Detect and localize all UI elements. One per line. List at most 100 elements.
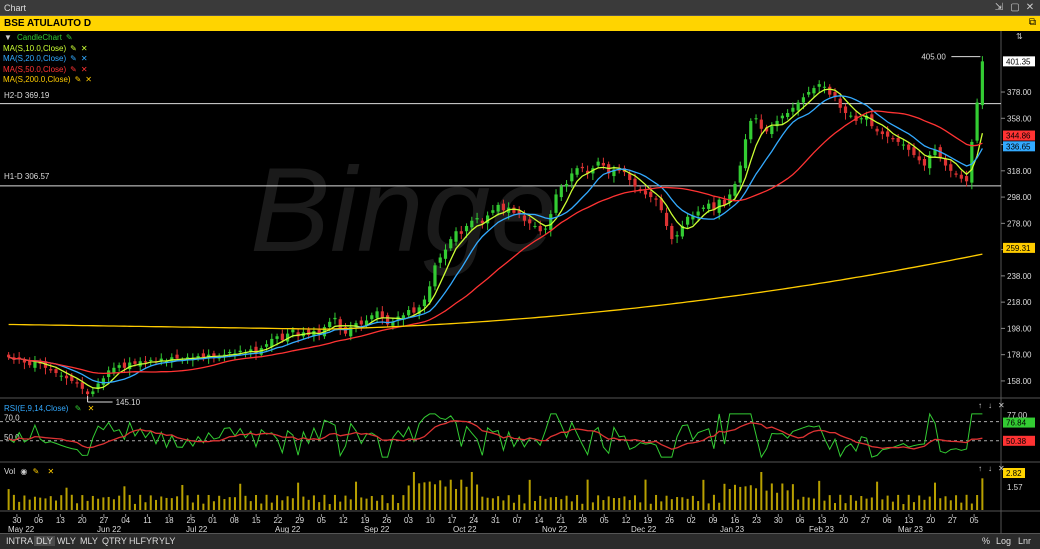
- volume-bar: [786, 490, 789, 510]
- legend-ma20[interactable]: MA(S,20.0,Close) ✎ ✕: [3, 54, 92, 65]
- legend-ma50[interactable]: MA(S,50.0,Close) ✎ ✕: [3, 65, 92, 76]
- legend-ma200[interactable]: MA(S,200.0,Close) ✎ ✕: [3, 75, 92, 86]
- remove-icon[interactable]: ✕: [85, 75, 92, 86]
- price-tick-label: 318.00: [1007, 167, 1032, 176]
- timeframe-yly[interactable]: YLY: [157, 536, 177, 546]
- volume-bar: [565, 495, 568, 510]
- pencil-icon[interactable]: ✎: [70, 65, 77, 76]
- candle-body: [886, 131, 890, 137]
- remove-icon[interactable]: ✕: [81, 44, 88, 55]
- detach-icon[interactable]: ⧉: [1029, 17, 1036, 28]
- date-tick-label: 18: [165, 516, 174, 525]
- volume-bar: [286, 496, 289, 510]
- eye-icon[interactable]: ◉: [20, 467, 27, 476]
- timeframe-mly[interactable]: MLY: [78, 536, 100, 546]
- volume-bar: [207, 494, 210, 510]
- volume-bar: [328, 504, 331, 510]
- volume-bar: [149, 495, 152, 510]
- candle-body: [738, 165, 742, 183]
- rsi-badge-label: 76.84: [1006, 419, 1027, 428]
- scale-linear-button[interactable]: Lnr: [1018, 536, 1031, 546]
- pane-close-icon[interactable]: ✕: [998, 464, 1005, 473]
- chart-legend: ▼ CandleChart ✎ MA(S,10.0,Close) ✎ ✕ MA(…: [3, 33, 92, 86]
- volume-bar: [523, 503, 526, 510]
- volume-bar: [823, 500, 826, 510]
- remove-icon[interactable]: ✕: [81, 65, 88, 76]
- volume-bar: [160, 496, 163, 510]
- volume-bar: [697, 501, 700, 510]
- scale-log-button[interactable]: Log: [996, 536, 1011, 546]
- volume-bar: [902, 504, 905, 510]
- volume-bar: [455, 488, 458, 510]
- volume-bar: [102, 497, 105, 510]
- date-tick-label: 19: [361, 516, 370, 525]
- volume-bar: [91, 495, 94, 510]
- pane-move-down-icon[interactable]: ↓: [988, 464, 992, 473]
- pencil-icon[interactable]: ✎: [70, 54, 77, 65]
- timeframe-qtry[interactable]: QTRY: [100, 536, 129, 546]
- date-tick-label: 25: [186, 516, 195, 525]
- volume-bar: [186, 495, 189, 510]
- pencil-icon[interactable]: ✎: [75, 404, 82, 413]
- timeframe-wly[interactable]: WLY: [55, 536, 78, 546]
- rsi-label: RSI(E,9,14,Close): [4, 404, 69, 413]
- close-icon[interactable]: ✕: [1023, 1, 1037, 15]
- volume-bar: [633, 495, 636, 510]
- legend-candle[interactable]: ▼ CandleChart ✎: [3, 33, 92, 44]
- volume-bar: [628, 500, 631, 510]
- timeframe-hlfyr[interactable]: HLFYR: [127, 536, 161, 546]
- volume-bar: [718, 502, 721, 510]
- pane-expand-icon[interactable]: ⇅: [1016, 32, 1023, 41]
- volume-bar: [602, 500, 605, 510]
- volume-bar: [218, 495, 221, 510]
- window-title: Chart: [4, 3, 27, 13]
- maximize-icon[interactable]: ▢: [1008, 1, 1022, 15]
- candle-body: [559, 186, 563, 198]
- candle-body: [754, 118, 758, 120]
- volume-bar: [844, 503, 847, 510]
- volume-bar: [76, 503, 79, 510]
- volume-bar: [312, 495, 315, 510]
- remove-icon[interactable]: ✕: [81, 54, 88, 65]
- pane-close-icon[interactable]: ✕: [998, 401, 1005, 410]
- legend-ma10[interactable]: MA(S,10.0,Close) ✎ ✕: [3, 44, 92, 55]
- volume-bar: [376, 500, 379, 510]
- pencil-icon[interactable]: ✎: [33, 467, 40, 476]
- collapse-icon[interactable]: ▼: [3, 33, 13, 44]
- candle-body: [91, 391, 95, 395]
- remove-icon[interactable]: ✕: [88, 404, 95, 413]
- chart-canvas[interactable]: Binge 378.00358.00338.00318.00298.00278.…: [0, 31, 1040, 548]
- candle-body: [59, 375, 63, 377]
- pencil-icon[interactable]: ✎: [66, 33, 73, 44]
- candle-body: [875, 128, 879, 132]
- candle-body: [907, 144, 911, 150]
- scale-percent-button[interactable]: %: [982, 536, 990, 546]
- date-tick-label: 14: [535, 516, 544, 525]
- candle-body: [85, 391, 90, 395]
- candle-body: [896, 137, 900, 142]
- volume-bar: [470, 472, 473, 510]
- pane-move-up-icon[interactable]: ↑: [978, 401, 982, 410]
- volume-bar: [965, 494, 968, 510]
- volume-bar: [128, 494, 131, 510]
- date-tick-label: 28: [578, 516, 587, 525]
- pin-icon[interactable]: ⇲: [992, 1, 1006, 15]
- pencil-icon[interactable]: ✎: [70, 44, 77, 55]
- pane-move-down-icon[interactable]: ↓: [988, 401, 992, 410]
- pencil-icon[interactable]: ✎: [75, 75, 82, 86]
- volume-bar: [112, 499, 115, 510]
- candle-body: [412, 307, 416, 313]
- volume-bar: [260, 503, 263, 510]
- remove-icon[interactable]: ✕: [48, 467, 55, 476]
- candle-body: [49, 369, 53, 371]
- date-tick-label: 06: [796, 516, 805, 525]
- candle-body: [643, 190, 648, 195]
- timeframe-intra[interactable]: INTRA: [4, 536, 35, 546]
- volume-bar: [891, 501, 894, 510]
- volume-bar: [502, 500, 505, 510]
- pane-move-up-icon[interactable]: ↑: [978, 464, 982, 473]
- candle-body: [838, 98, 842, 108]
- timeframe-dly[interactable]: DLY: [34, 536, 55, 546]
- candle-body: [275, 336, 279, 339]
- volume-bar: [539, 495, 542, 510]
